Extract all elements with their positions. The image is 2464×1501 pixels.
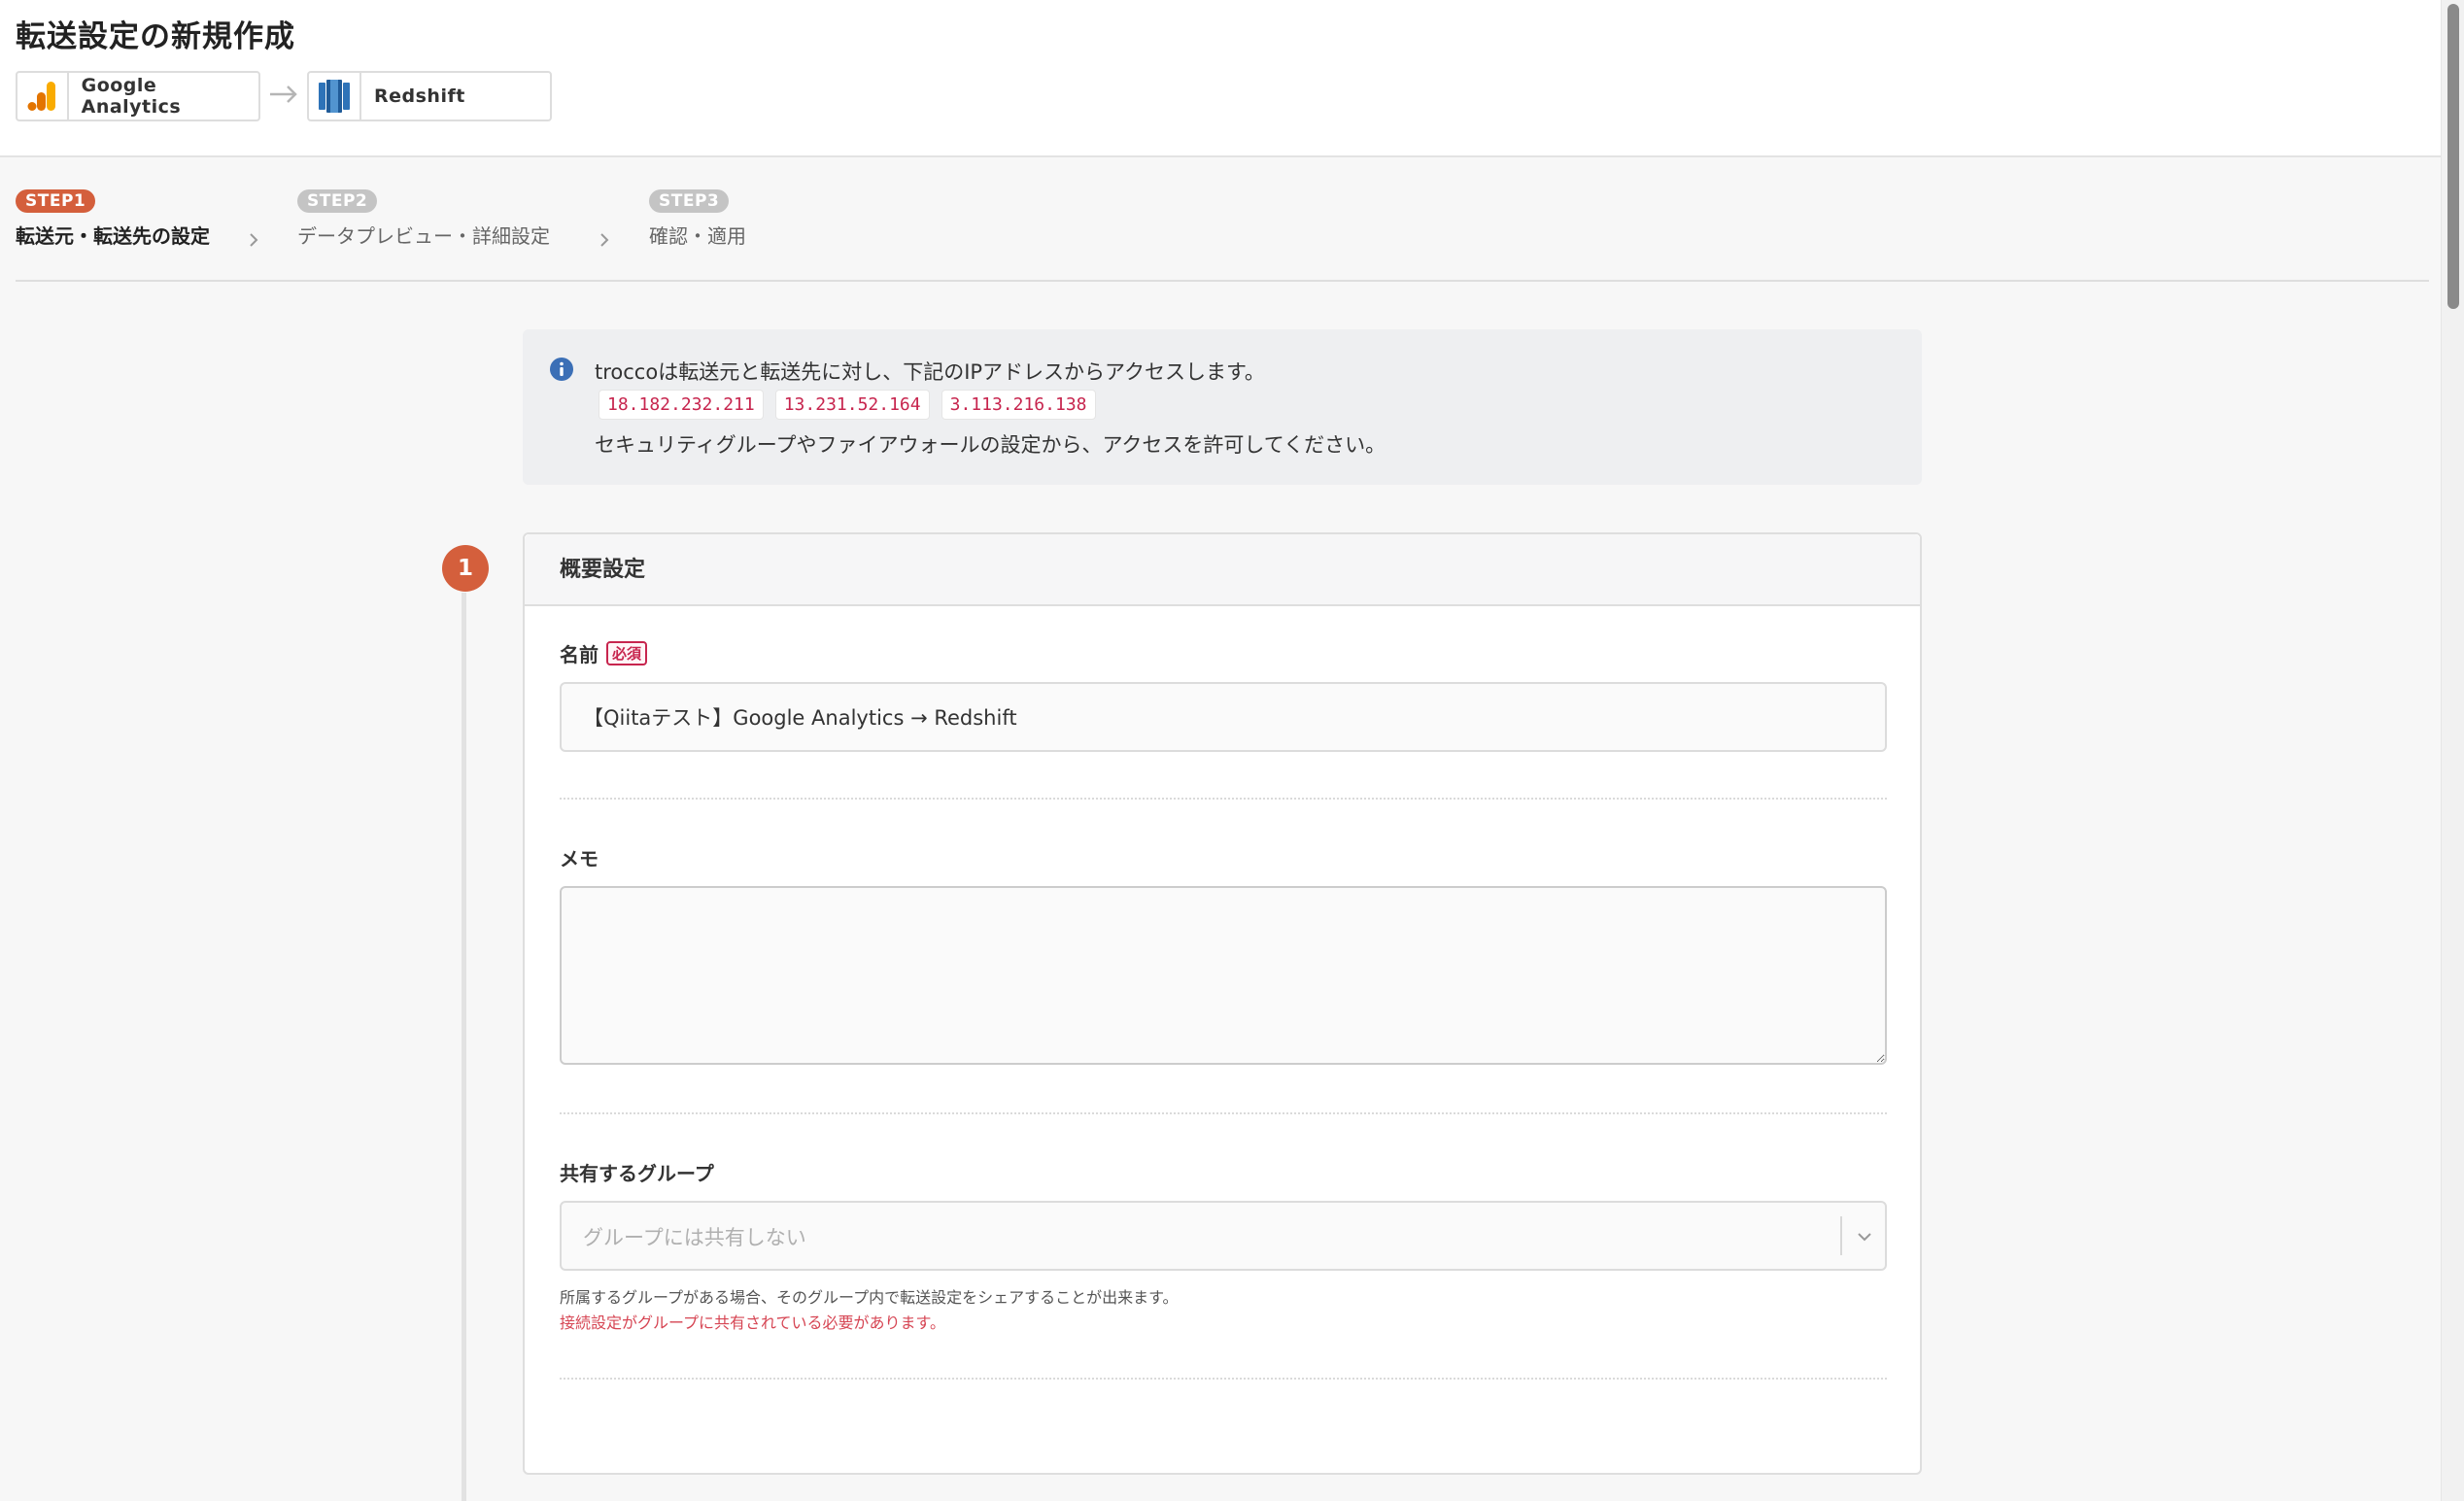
chevron-down-icon[interactable] xyxy=(1854,1226,1875,1247)
memo-field-label: メモ xyxy=(560,843,599,871)
step-2-label: データプレビュー・詳細設定 xyxy=(297,224,550,248)
step-3-label: 確認・適用 xyxy=(649,224,746,248)
ip-address-list: 18.182.232.211 13.231.52.164 3.113.216.1… xyxy=(599,390,1096,420)
overview-settings-card: 概要設定 名前 必須 メモ 共有するグループ グループには共有しない 所属するグ… xyxy=(523,532,1922,1475)
info-instruction: セキュリティグループやファイアウォールの設定から、アクセスを許可してください。 xyxy=(595,433,1386,457)
step-1-label: 転送元・転送先の設定 xyxy=(16,224,210,248)
destination-connector: Redshift xyxy=(307,71,552,121)
group-help-text: 所属するグループがある場合、そのグループ内で転送設定をシェアすることが出来ます。 xyxy=(560,1288,1179,1307)
page-title: 転送設定の新規作成 xyxy=(16,19,295,54)
name-field-label: 名前 必須 xyxy=(560,639,648,667)
memo-label-text: メモ xyxy=(560,847,599,870)
section-number-badge: 1 xyxy=(442,545,489,592)
step-2-badge: STEP2 xyxy=(297,189,378,213)
group-field-label: 共有するグループ xyxy=(560,1158,714,1186)
divider xyxy=(560,1112,1887,1114)
ip-address: 3.113.216.138 xyxy=(941,390,1096,420)
group-label-text: 共有するグループ xyxy=(560,1162,714,1185)
ip-address: 13.231.52.164 xyxy=(774,390,930,420)
step-2: STEP2 データプレビュー・詳細設定 xyxy=(297,189,550,249)
group-warning-text: 接続設定がグループに共有されている必要があります。 xyxy=(560,1313,945,1332)
info-icon xyxy=(550,358,573,381)
required-badge: 必須 xyxy=(606,641,648,665)
card-header: 概要設定 xyxy=(525,534,1920,606)
destination-name: Redshift xyxy=(374,85,465,107)
ip-info-alert: troccoは転送元と転送先に対し、下記のIPアドレスからアクセスします。 18… xyxy=(523,329,1922,485)
step-progress: STEP1 転送元・転送先の設定 STEP2 データプレビュー・詳細設定 STE… xyxy=(16,185,2429,282)
card-title: 概要設定 xyxy=(560,558,646,582)
source-name: Google Analytics xyxy=(81,75,182,118)
name-input[interactable] xyxy=(560,682,1887,752)
name-label-text: 名前 xyxy=(560,643,599,666)
step-3-badge: STEP3 xyxy=(649,189,730,213)
divider xyxy=(560,1378,1887,1380)
share-group-select[interactable]: グループには共有しない xyxy=(560,1201,1887,1271)
step-3: STEP3 確認・適用 xyxy=(649,189,746,249)
step-1-badge: STEP1 xyxy=(16,189,96,213)
info-message: troccoは転送元と転送先に対し、下記のIPアドレスからアクセスします。 xyxy=(595,360,1265,384)
scrollbar-thumb[interactable] xyxy=(2447,4,2459,309)
divider xyxy=(560,798,1887,800)
google-analytics-logo-icon xyxy=(17,73,69,119)
page-header: 転送設定の新規作成 Google Analytics Redshift xyxy=(0,0,2441,157)
select-separator xyxy=(1840,1216,1842,1255)
step-1: STEP1 転送元・転送先の設定 xyxy=(16,189,210,249)
memo-textarea[interactable] xyxy=(560,886,1887,1065)
source-connector: Google Analytics xyxy=(16,71,260,121)
redshift-logo-icon xyxy=(309,73,361,119)
arrow-right-icon xyxy=(270,85,297,103)
chevron-right-icon xyxy=(600,233,609,247)
select-placeholder: グループには共有しない xyxy=(583,1226,806,1249)
chevron-right-icon xyxy=(250,233,258,247)
ip-address: 18.182.232.211 xyxy=(599,390,764,420)
page-scrollbar[interactable] xyxy=(2441,0,2464,1501)
timeline-line xyxy=(462,593,466,1501)
